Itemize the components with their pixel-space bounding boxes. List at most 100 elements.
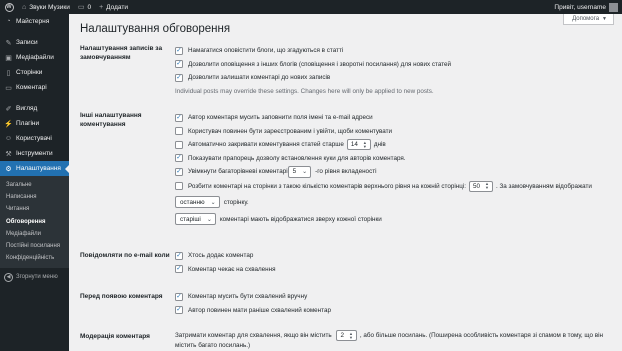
sidebar-item-dashboard[interactable]: ◔ Майстерня bbox=[0, 14, 69, 29]
option-label: Автор повинен мати раніше схвалений коме… bbox=[188, 306, 331, 314]
sidebar-item-tools[interactable]: ⚒ Інструменти bbox=[0, 146, 69, 161]
default-page-line: останню ⌄ сторінку. bbox=[175, 194, 615, 211]
option-label: Автор коментаря мусить заповнити поля ім… bbox=[188, 114, 373, 122]
checkbox-checked[interactable]: ✓ bbox=[175, 251, 183, 260]
moderation-links-input[interactable]: 2 ▲ ▼ bbox=[336, 330, 357, 341]
settings-submenu: Загальне Написання Читання Обговорення М… bbox=[0, 176, 69, 269]
settings-icon: ⚙ bbox=[5, 165, 12, 173]
submenu-item-permalinks[interactable]: Постійні посилання bbox=[0, 240, 69, 252]
sidebar-item-label: Налаштування bbox=[16, 165, 61, 172]
checkbox-checked[interactable]: ✓ bbox=[175, 154, 183, 163]
submenu-item-privacy[interactable]: Конфіденційність bbox=[0, 252, 69, 264]
page-title: Налаштування обговорення bbox=[80, 23, 231, 35]
option-allow-pings[interactable]: ✓ Дозволити оповіщення з інших блогів (с… bbox=[175, 58, 615, 72]
help-button[interactable]: Допомога ▼ bbox=[563, 14, 614, 25]
option-paged-comments[interactable]: Розбити коментарі на сторінки з такою кі… bbox=[175, 179, 615, 194]
option-label: Розбити коментарі на сторінки з такою кі… bbox=[188, 182, 466, 190]
checkbox-checked[interactable]: ✓ bbox=[175, 306, 183, 315]
chevron-down-icon: ⌄ bbox=[302, 169, 308, 176]
submenu-item-reading[interactable]: Читання bbox=[0, 203, 69, 215]
option-label: Дозволити залишати коментарі до нових за… bbox=[188, 74, 331, 82]
option-label: Намагатися оповістити блоги, що згадують… bbox=[188, 47, 344, 55]
sidebar-item-appearance[interactable]: ✐ Вигляд bbox=[0, 101, 69, 116]
checkbox-checked[interactable]: ✓ bbox=[175, 292, 183, 301]
sidebar-item-plugins[interactable]: ⚡ Плагіни bbox=[0, 116, 69, 131]
sidebar-item-media[interactable]: ▣ Медіафайли bbox=[0, 50, 69, 65]
sidebar-item-label: Записи bbox=[16, 39, 38, 46]
chevron-down-icon: ⌄ bbox=[206, 216, 212, 223]
new-content-link[interactable]: + Додати bbox=[95, 0, 132, 14]
sidebar-item-posts[interactable]: ✎ Записи bbox=[0, 35, 69, 50]
sidebar-item-pages[interactable]: ▯ Сторінки bbox=[0, 65, 69, 80]
spinner-icon[interactable]: ▲ ▼ bbox=[485, 182, 489, 190]
spinner-icon[interactable]: ▲ ▼ bbox=[349, 331, 353, 340]
option-require-name-email[interactable]: ✓ Автор коментаря мусить заповнити поля … bbox=[175, 111, 615, 125]
option-require-registration[interactable]: Користувач повинен бути зареєстрованим і… bbox=[175, 125, 615, 139]
spinner-icon[interactable]: ▲ ▼ bbox=[363, 140, 367, 149]
option-threaded-comments[interactable]: ✓ Увімкнути багаторівневі коментарі 5 ⌄ … bbox=[175, 165, 615, 179]
option-suffix: . За замовчуванням відображати bbox=[495, 182, 592, 190]
option-label: Користувач повинен бути зареєстрованим і… bbox=[188, 127, 393, 135]
main-content: Допомога ▼ Налаштування обговорення Нала… bbox=[69, 14, 622, 351]
option-notify-moderation[interactable]: ✓ Коментар чекає на схвалення bbox=[175, 263, 615, 277]
submenu-item-general[interactable]: Загальне bbox=[0, 179, 69, 191]
comment-order-select[interactable]: старіші ⌄ bbox=[175, 213, 216, 225]
checkbox-checked[interactable]: ✓ bbox=[175, 46, 183, 55]
section-heading: Модерація коментаря bbox=[80, 333, 150, 340]
option-suffix: днів bbox=[373, 141, 386, 149]
caret-down-icon: ▼ bbox=[602, 15, 607, 22]
sidebar-item-label: Інструменти bbox=[16, 150, 53, 157]
collapse-arrow-icon: ◀ bbox=[4, 272, 13, 282]
comments-per-page-input[interactable]: 50 ▲ ▼ bbox=[468, 180, 493, 192]
checkbox-checked[interactable]: ✓ bbox=[175, 167, 183, 176]
comments-per-page-value: 50 bbox=[472, 182, 480, 190]
checkbox-unchecked[interactable] bbox=[175, 127, 183, 136]
sidebar-item-label: Вигляд bbox=[16, 105, 38, 112]
plus-icon: + bbox=[99, 3, 104, 11]
greeting: Привіт, username bbox=[554, 3, 606, 11]
sidebar-item-comments[interactable]: ▭ Коментарі bbox=[0, 80, 69, 95]
help-label: Допомога bbox=[572, 15, 600, 22]
plugin-icon: ⚡ bbox=[4, 120, 13, 128]
checkbox-checked[interactable]: ✓ bbox=[175, 60, 183, 69]
sidebar-item-label: Медіафайли bbox=[16, 54, 54, 61]
dashboard-icon: ◔ bbox=[6, 18, 11, 25]
option-label: Дозволити оповіщення з інших блогів (спо… bbox=[188, 60, 452, 68]
option-label: Показувати прапорець дозволу встановленн… bbox=[188, 154, 406, 162]
option-cookies-opt-in[interactable]: ✓ Показувати прапорець дозволу встановле… bbox=[175, 152, 615, 166]
sidebar-item-users[interactable]: ☺ Користувачі bbox=[0, 131, 69, 146]
sidebar-item-label: Плагіни bbox=[16, 120, 40, 127]
comment-bubble-icon: ▭ bbox=[77, 4, 85, 11]
users-icon: ☺ bbox=[4, 135, 13, 142]
option-previously-approved[interactable]: ✓ Автор повинен мати раніше схвалений ко… bbox=[175, 304, 615, 318]
close-days-input[interactable]: 14 ▲ ▼ bbox=[346, 139, 371, 151]
default-page-select[interactable]: останню ⌄ bbox=[175, 196, 220, 208]
site-name-link[interactable]: ⌂ Звуки Музики bbox=[18, 0, 74, 14]
account-link[interactable]: Привіт, username bbox=[550, 0, 622, 14]
sidebar-item-settings[interactable]: ⚙ Налаштування bbox=[0, 161, 69, 176]
option-notify-comment[interactable]: ✓ Хтось додає коментар bbox=[175, 249, 615, 263]
wordpress-logo-icon[interactable]: W bbox=[0, 0, 18, 14]
section-heading: Налаштування записів за замовчуванням bbox=[80, 45, 163, 61]
submenu-item-writing[interactable]: Написання bbox=[0, 191, 69, 203]
option-manual-approval[interactable]: ✓ Коментар мусить бути схвалений вручну bbox=[175, 290, 615, 304]
checkbox-unchecked[interactable] bbox=[175, 182, 183, 190]
option-auto-close[interactable]: Автоматично закривати коментування стате… bbox=[175, 138, 615, 152]
collapse-menu-button[interactable]: ◀ Згорнути меню bbox=[0, 270, 69, 284]
comments-link[interactable]: ▭ 0 bbox=[74, 0, 95, 14]
submenu-item-media[interactable]: Медіафайли bbox=[0, 228, 69, 240]
option-label: Хтось додає коментар bbox=[188, 252, 254, 260]
checkbox-unchecked[interactable] bbox=[175, 140, 183, 149]
submenu-item-discussion[interactable]: Обговорення bbox=[0, 216, 69, 228]
moderation-text: Затримати коментар для схвалення, якщо в… bbox=[175, 330, 615, 350]
checkbox-checked[interactable]: ✓ bbox=[175, 73, 183, 82]
checkbox-checked[interactable]: ✓ bbox=[175, 265, 183, 274]
new-label: Додати bbox=[106, 3, 128, 11]
option-allow-comments[interactable]: ✓ Дозволити залишати коментарі до нових … bbox=[175, 71, 615, 85]
option-suffix: -го рівня вкладеності bbox=[315, 168, 377, 176]
checkbox-checked[interactable]: ✓ bbox=[175, 113, 183, 122]
chevron-down-icon: ⌄ bbox=[210, 199, 216, 206]
option-attempt-notify[interactable]: ✓ Намагатися оповістити блоги, що згадую… bbox=[175, 44, 615, 58]
home-icon: ⌂ bbox=[22, 3, 27, 11]
thread-depth-select[interactable]: 5 ⌄ bbox=[287, 165, 312, 178]
